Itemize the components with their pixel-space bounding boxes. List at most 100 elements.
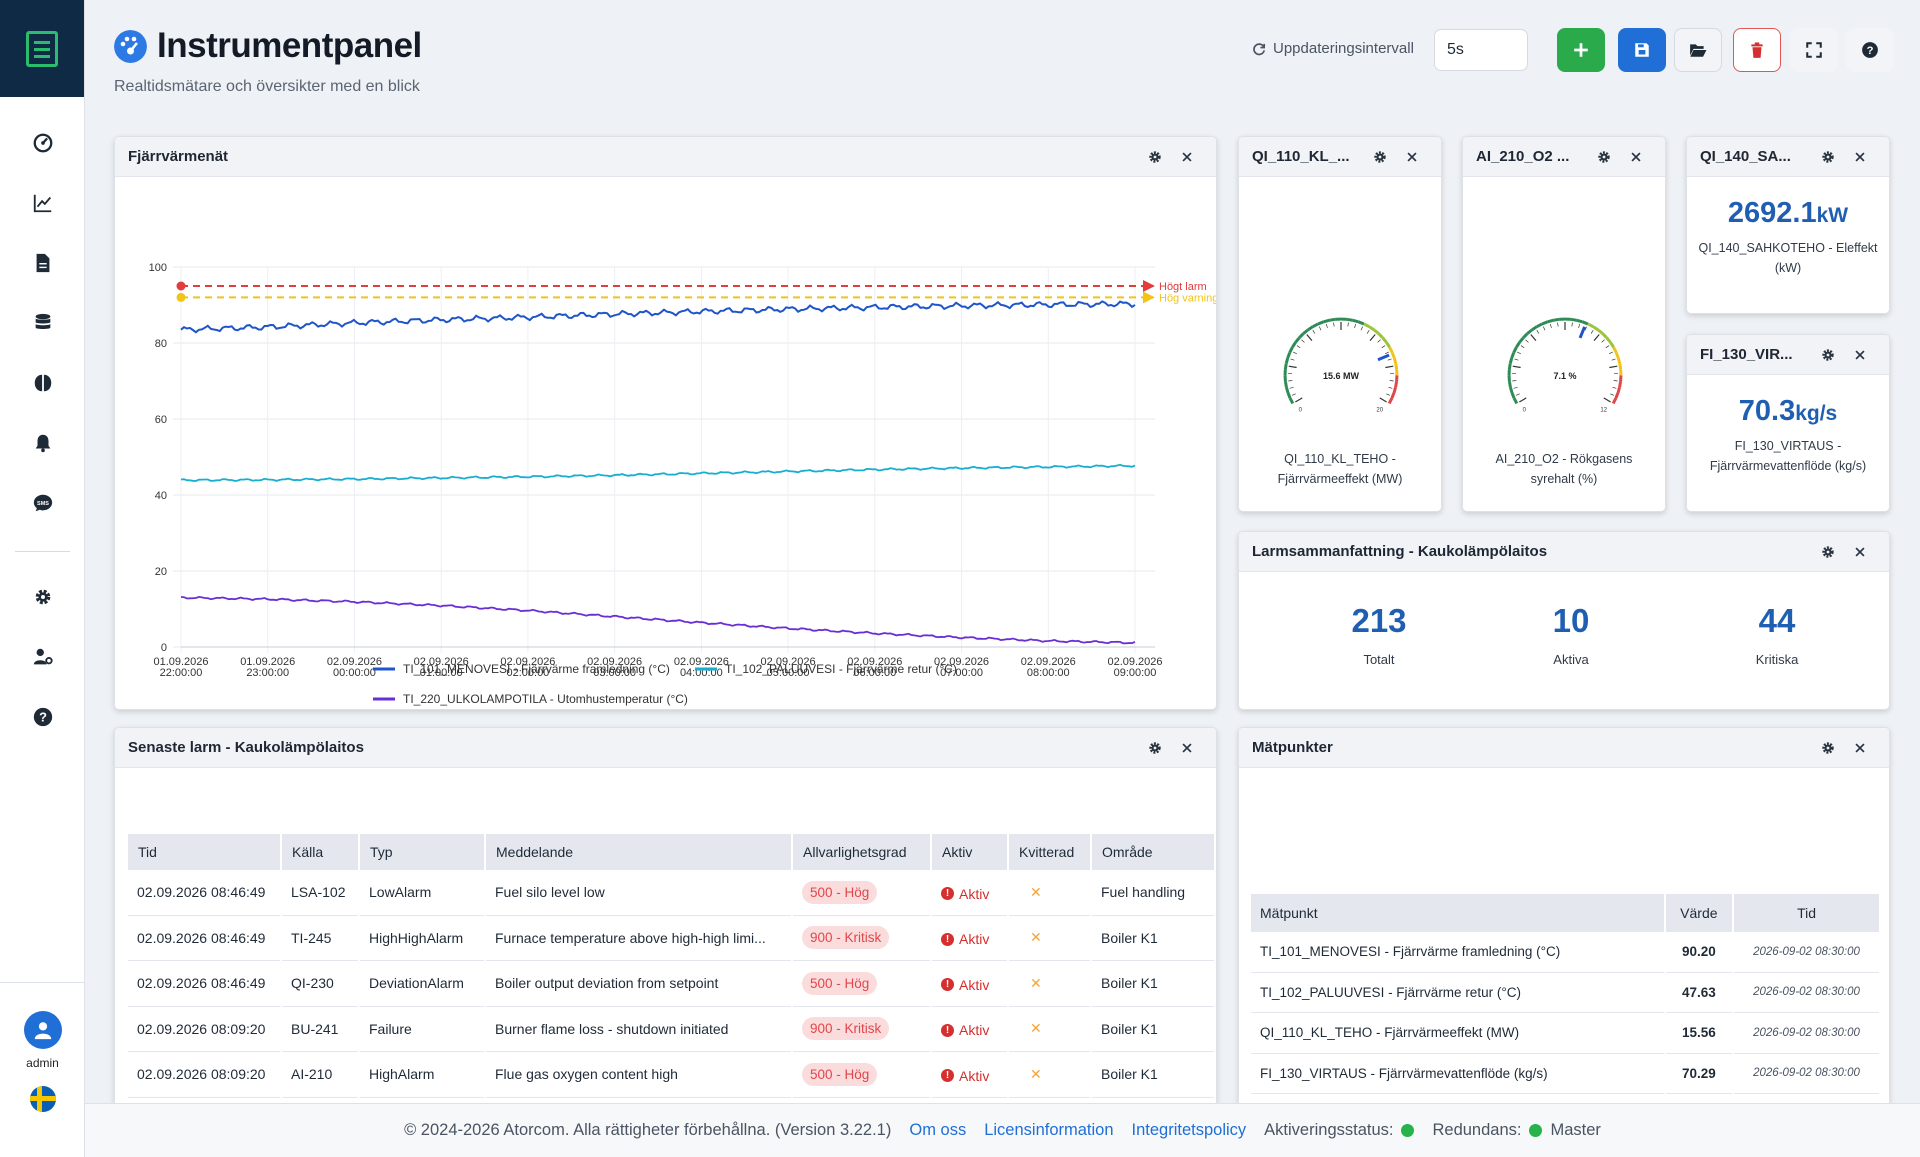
not-acknowledged-icon[interactable]: ✕ [1018,1020,1042,1036]
kpi-panel-electric-power: QI_140_SA... 2692.1kW QI_140_SAHKOTEHO -… [1686,136,1890,314]
panel-settings-button[interactable] [1812,137,1844,177]
save-button[interactable] [1618,28,1666,72]
open-button[interactable] [1674,28,1722,72]
panel-header: Larmsammanfattning - Kaukolämpölaitos [1239,532,1889,572]
not-acknowledged-icon[interactable]: ✕ [1018,975,1042,991]
panel-close-button[interactable] [1844,532,1876,572]
point-time: 2026-09-02 08:30:00 [1734,1054,1879,1094]
legend-label[interactable]: TI_220_ULKOLAMPOTILA - Utomhustemperatur… [403,692,688,706]
gauge-tick [1306,334,1313,342]
panel-close-button[interactable] [1620,137,1652,177]
sidebar-item-dashboard[interactable] [0,113,85,173]
close-icon [1855,546,1865,557]
table-row[interactable]: 02.09.2026 08:46:49 TI-245 HighHighAlarm Fu… [128,916,1214,961]
gauge-arc [1515,341,1521,349]
gauge-arc [1618,363,1623,370]
gauge-arc [1392,386,1398,394]
privacy-link[interactable]: Integritetspolicy [1132,1121,1247,1140]
table-row[interactable]: QI_110_KL_TEHO - Fjärrvärmeeffekt (MW) 15… [1251,1013,1879,1054]
panel-close-button[interactable] [1171,137,1203,177]
app-logo[interactable] [0,0,84,97]
kpi-unit: kW [1816,204,1849,227]
table-cell: Fuel handling [1092,870,1214,916]
gauge-arc [1286,352,1292,359]
sidebar-item-alarms[interactable] [0,413,85,473]
gauge-tick [1593,334,1600,342]
panel-close-button[interactable] [1171,728,1203,768]
legend-label[interactable]: TI_102_PALUUVESI - Fjärrvärme retur (°C) [725,662,957,676]
column-header[interactable]: Meddelande [486,834,791,870]
language-flag-icon[interactable] [29,1086,56,1112]
table-cell: Burner flame loss - shutdown initiated [486,1007,791,1052]
table-row[interactable]: TI_102_PALUUVESI - Fjärrvärme retur (°C)… [1251,973,1879,1013]
avatar[interactable] [23,1011,62,1049]
update-interval-input[interactable] [1434,29,1528,71]
gauge-arc [1323,318,1330,324]
gauge-tick [1536,329,1540,334]
gauge-needle [1377,353,1390,362]
kpi-body: 70.3kg/s FI_130_VIRTAUS - Fjärrvärmevatt… [1687,395,1889,476]
panel-settings-button[interactable] [1139,728,1171,768]
table-row[interactable]: 02.09.2026 08:46:49 LSA-102 LowAlarm Fuel s… [128,870,1214,916]
column-header[interactable]: Kvitterad [1009,834,1090,870]
panel-close-button[interactable] [1844,728,1876,768]
column-header[interactable]: Område [1092,834,1214,870]
active-cell: ! Aktiv [932,916,1007,961]
panel-close-button[interactable] [1844,335,1876,375]
sidebar-item-database[interactable] [0,293,85,353]
sidebar-item-reports[interactable] [0,233,85,293]
column-header[interactable]: Typ [360,834,484,870]
column-header[interactable]: Allvarlighetsgrad [793,834,930,870]
panel-settings-button[interactable] [1139,137,1171,177]
table-row[interactable]: TI_101_MENOVESI - Fjärrvärme framledning… [1251,932,1879,973]
not-acknowledged-icon[interactable]: ✕ [1018,929,1042,945]
not-acknowledged-icon[interactable]: ✕ [1018,1066,1042,1082]
fullscreen-button[interactable] [1790,28,1838,72]
gauge-tick [1288,365,1297,369]
delete-button[interactable] [1733,28,1781,72]
active-status: ! Aktiv [941,1022,989,1038]
alarm-critical: 44 Kritiska [1697,602,1857,667]
panel-close-button[interactable] [1396,137,1428,177]
severity-cell: 900 - Kritisk [793,916,930,961]
table-row[interactable]: FI_130_VIRTAUS - Fjärrvärmevattenflöde (… [1251,1054,1879,1094]
close-icon [1855,151,1865,162]
legend-label[interactable]: TI_101_MENOVESI - Fjärrvärme framledning… [403,662,670,676]
panel-settings-button[interactable] [1588,137,1620,177]
sidebar-item-users[interactable] [0,627,85,687]
x-tick-line: 08:00:00 [1027,667,1070,679]
alarm-total-label: Totalt [1363,652,1395,667]
column-header[interactable]: Källa [282,834,358,870]
panel-close-button[interactable] [1844,137,1876,177]
threshold-marker [176,281,186,291]
sidebar-item-ai[interactable] [0,353,85,413]
gauge-arc [1385,341,1391,349]
table-row[interactable]: 02.09.2026 08:09:20 BU-241 Failure Burner f… [128,1007,1214,1052]
add-widget-button[interactable] [1557,28,1605,72]
panel-settings-button[interactable] [1812,532,1844,572]
point-name: QI_110_KL_TEHO - Fjärrvärmeeffekt (MW) [1251,1013,1664,1054]
column-header[interactable]: Mätpunkt [1251,894,1664,932]
sidebar-item-trends[interactable] [0,173,85,233]
sidebar-item-settings[interactable] [0,567,85,627]
about-link[interactable]: Om oss [909,1121,966,1140]
panel-settings-button[interactable] [1812,335,1844,375]
table-row[interactable]: 02.09.2026 08:09:20 AI-210 HighAlarm Flue g… [128,1052,1214,1098]
column-header[interactable]: Tid [128,834,280,870]
sidebar-item-sms[interactable]: SMS [0,473,85,533]
gauge-tick [1517,351,1521,355]
column-header[interactable]: Aktiv [932,834,1007,870]
user-settings-icon [33,648,53,665]
gauge-tick [1295,397,1303,403]
column-header[interactable]: Tid [1734,894,1879,932]
not-acknowledged-icon[interactable]: ✕ [1018,884,1042,900]
table-row[interactable]: 02.09.2026 08:46:49 QI-230 DeviationAlarm B… [128,961,1214,1007]
column-header[interactable]: Värde [1665,894,1733,932]
table-cell: DeviationAlarm [360,961,484,1007]
panel-settings-button[interactable] [1812,728,1844,768]
help-button[interactable]: ? [1846,28,1894,72]
table-cell: Boiler output deviation from setpoint [486,961,791,1007]
license-link[interactable]: Licensinformation [984,1121,1113,1140]
sidebar-item-help[interactable]: ? [0,687,85,747]
panel-settings-button[interactable] [1364,137,1396,177]
